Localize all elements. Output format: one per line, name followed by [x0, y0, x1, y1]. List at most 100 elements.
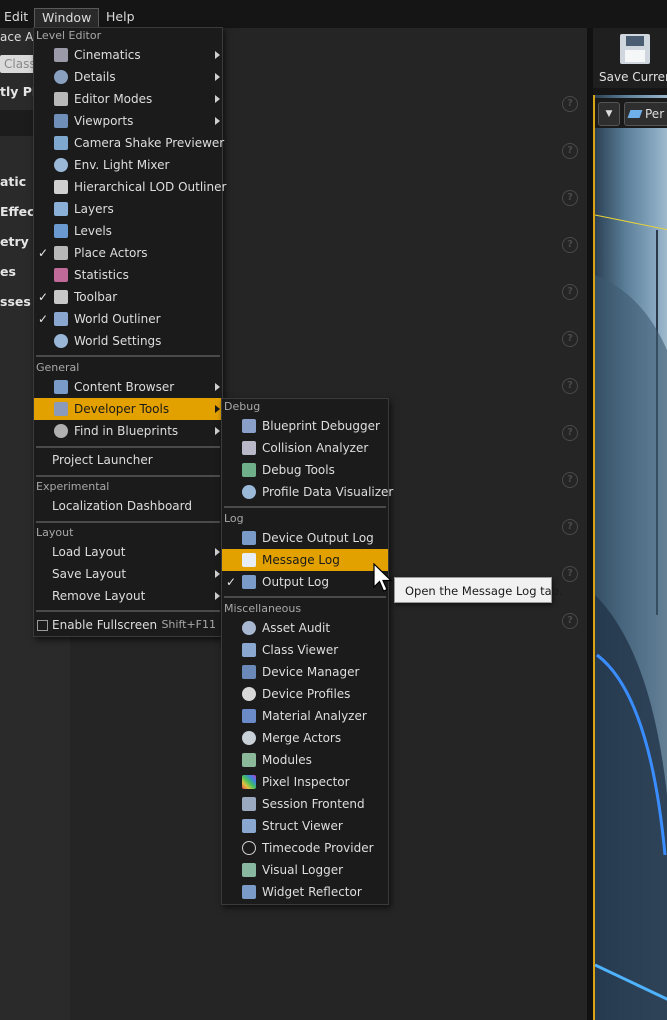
menu-item-project-launcher[interactable]: Project Launcher — [34, 449, 222, 471]
menu-separator — [224, 596, 386, 598]
menu-item-load-layout[interactable]: Load Layout — [34, 541, 222, 563]
menu-item-place-actors[interactable]: ✓ Place Actors — [34, 242, 222, 264]
menu-item-env-light-mixer[interactable]: Env. Light Mixer — [34, 154, 222, 176]
level-viewport[interactable] — [593, 95, 667, 1020]
gear-icon — [242, 687, 256, 701]
menu-edit[interactable]: Edit — [4, 8, 28, 26]
menu-item-device-profiles[interactable]: Device Profiles — [222, 683, 388, 705]
fullscreen-checkbox[interactable] — [37, 620, 48, 631]
help-icon[interactable]: ? — [562, 237, 578, 253]
menu-item-world-outliner[interactable]: ✓ World Outliner — [34, 308, 222, 330]
levels-icon — [54, 224, 68, 238]
menu-item-toolbar[interactable]: ✓ Toolbar — [34, 286, 222, 308]
help-icon[interactable]: ? — [562, 378, 578, 394]
menu-separator — [224, 506, 386, 508]
menu-item-world-settings[interactable]: World Settings — [34, 330, 222, 352]
menu-item-class-viewer[interactable]: Class Viewer — [222, 639, 388, 661]
menu-item-pixel-inspector[interactable]: Pixel Inspector — [222, 771, 388, 793]
category-item[interactable]: etry — [0, 234, 29, 249]
menu-item-localization-dashboard[interactable]: Localization Dashboard — [34, 495, 222, 517]
menu-item-developer-tools[interactable]: Developer Tools — [34, 398, 222, 420]
menu-help[interactable]: Help — [106, 8, 135, 26]
shortcut-label: Shift+F11 — [161, 618, 216, 631]
menu-item-label: Class Viewer — [262, 643, 339, 657]
menu-item-cinematics[interactable]: Cinematics — [34, 44, 222, 66]
help-icon[interactable]: ? — [562, 284, 578, 300]
menu-item-struct-viewer[interactable]: Struct Viewer — [222, 815, 388, 837]
developer-tools-icon — [54, 402, 68, 416]
menu-separator — [36, 446, 220, 448]
viewport-scene — [595, 214, 667, 1020]
help-icon[interactable]: ? — [562, 425, 578, 441]
help-icon[interactable]: ? — [562, 472, 578, 488]
menu-item-viewports[interactable]: Viewports — [34, 110, 222, 132]
help-icon[interactable]: ? — [562, 331, 578, 347]
menu-item-content-browser[interactable]: Content Browser — [34, 376, 222, 398]
menu-item-label: World Settings — [74, 334, 162, 348]
menu-item-label: Collision Analyzer — [262, 441, 369, 455]
modules-icon — [242, 753, 256, 767]
menu-item-find-in-blueprints[interactable]: Find in Blueprints — [34, 420, 222, 442]
menu-item-label: Enable Fullscreen — [52, 618, 158, 632]
category-item[interactable]: es — [0, 264, 16, 279]
section-layout: Layout — [36, 526, 74, 539]
developer-tools-submenu: Debug Blueprint Debugger Collision Analy… — [221, 398, 393, 905]
menu-item-layers[interactable]: Layers — [34, 198, 222, 220]
section-level-editor: Level Editor — [36, 29, 102, 42]
search-input-placeholder[interactable]: Class — [4, 55, 36, 73]
menu-item-device-manager[interactable]: Device Manager — [222, 661, 388, 683]
checkmark-icon: ✓ — [38, 290, 49, 304]
help-icon[interactable]: ? — [562, 96, 578, 112]
menu-item-debug-tools[interactable]: Debug Tools — [222, 459, 388, 481]
menu-item-modules[interactable]: Modules — [222, 749, 388, 771]
checkmark-icon: ✓ — [226, 575, 237, 589]
menu-item-merge-actors[interactable]: Merge Actors — [222, 727, 388, 749]
menu-item-asset-audit[interactable]: Asset Audit — [222, 617, 388, 639]
help-icon[interactable]: ? — [562, 519, 578, 535]
viewport-options-dropdown[interactable]: ▼ — [598, 102, 620, 126]
layers-icon — [54, 202, 68, 216]
menu-item-label: Session Frontend — [262, 797, 365, 811]
category-item[interactable]: atic — [0, 174, 26, 189]
menu-item-material-analyzer[interactable]: Material Analyzer — [222, 705, 388, 727]
output-log-icon — [242, 575, 256, 589]
menu-item-label: World Outliner — [74, 312, 161, 326]
wrench-icon — [54, 290, 68, 304]
menu-item-statistics[interactable]: Statistics — [34, 264, 222, 286]
help-icon[interactable]: ? — [562, 613, 578, 629]
menu-item-collision-analyzer[interactable]: Collision Analyzer — [222, 437, 388, 459]
help-icon[interactable]: ? — [562, 143, 578, 159]
menu-item-timecode-provider[interactable]: Timecode Provider — [222, 837, 388, 859]
menu-item-label: Struct Viewer — [262, 819, 343, 833]
menu-item-label: Save Layout — [52, 567, 127, 581]
help-icon[interactable]: ? — [562, 190, 578, 206]
menu-item-label: Message Log — [262, 553, 340, 567]
globe-icon — [54, 334, 68, 348]
menu-item-details[interactable]: Details — [34, 66, 222, 88]
help-icon[interactable]: ? — [562, 566, 578, 582]
category-item[interactable]: sses — [0, 294, 31, 309]
menu-item-remove-layout[interactable]: Remove Layout — [34, 585, 222, 607]
statistics-icon — [54, 268, 68, 282]
menu-item-session-frontend[interactable]: Session Frontend — [222, 793, 388, 815]
perspective-button[interactable]: Per — [624, 102, 667, 126]
menu-item-camera-shake[interactable]: Camera Shake Previewer — [34, 132, 224, 154]
menu-item-enable-fullscreen[interactable]: Enable Fullscreen Shift+F11 — [34, 614, 222, 636]
menu-item-editor-modes[interactable]: Editor Modes — [34, 88, 222, 110]
menu-item-profile-data-visualizer[interactable]: Profile Data Visualizer — [222, 481, 393, 503]
window-menu: Level Editor Cinematics Details Editor M… — [33, 27, 226, 637]
menu-item-widget-reflector[interactable]: Widget Reflector — [222, 881, 388, 903]
menu-item-output-log[interactable]: ✓ Output Log — [222, 571, 388, 593]
menu-item-levels[interactable]: Levels — [34, 220, 222, 242]
menu-item-label: Visual Logger — [262, 863, 344, 877]
menu-window[interactable]: Window — [34, 8, 100, 28]
menu-item-message-log[interactable]: Message Log — [222, 549, 388, 571]
menu-item-save-layout[interactable]: Save Layout — [34, 563, 222, 585]
submenu-arrow-icon — [215, 383, 220, 391]
menu-item-blueprint-debugger[interactable]: Blueprint Debugger — [222, 415, 388, 437]
menu-separator — [36, 610, 220, 612]
menu-item-device-output-log[interactable]: Device Output Log — [222, 527, 388, 549]
menu-item-hlod-outliner[interactable]: Hierarchical LOD Outliner — [34, 176, 226, 198]
menu-item-label: Debug Tools — [262, 463, 335, 477]
menu-item-visual-logger[interactable]: Visual Logger — [222, 859, 388, 881]
